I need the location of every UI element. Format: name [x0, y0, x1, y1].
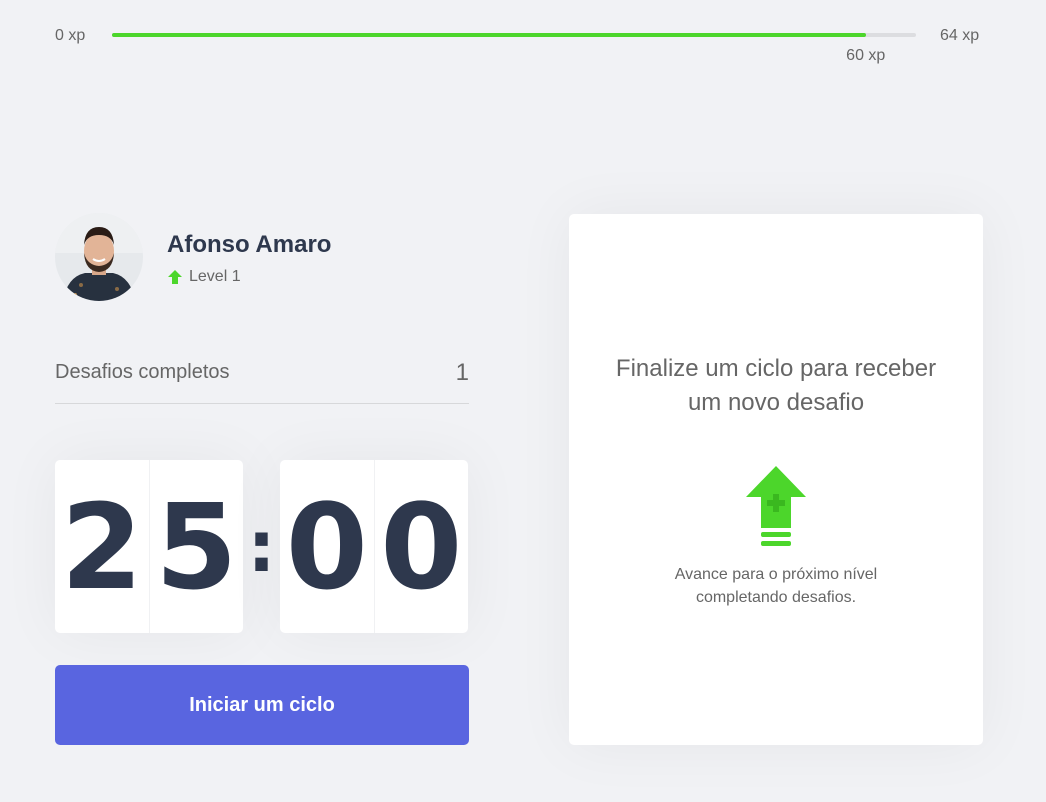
profile-level: Level 1: [167, 267, 241, 287]
xp-progress-fill: [112, 33, 866, 37]
countdown-seconds: 0 0: [280, 460, 468, 633]
challenge-box: Finalize um ciclo para receber um novo d…: [569, 214, 983, 745]
xp-current-label: 60 xp: [846, 47, 886, 64]
completed-challenges-count: 1: [455, 359, 469, 386]
level-up-icon: [746, 466, 806, 546]
countdown-digit: 5: [155, 477, 238, 616]
countdown: 2 5 : 0 0: [55, 460, 469, 633]
countdown-digit: 0: [280, 460, 375, 633]
countdown-separator: :: [247, 505, 276, 588]
countdown-minutes: 2 5: [55, 460, 243, 633]
start-cycle-button[interactable]: Iniciar um ciclo: [55, 665, 469, 745]
xp-max-label: 64 xp: [940, 27, 980, 44]
xp-track: [112, 33, 916, 37]
profile-name: Afonso Amaro: [167, 231, 332, 258]
challenge-box-title: Finalize um ciclo para receber um novo d…: [615, 355, 937, 416]
countdown-digit: 0: [380, 477, 463, 616]
avatar: [55, 213, 143, 301]
countdown-digit: 2: [55, 460, 150, 633]
experience-bar: 0 xp 60 xp 64 xp: [0, 0, 1046, 80]
profile: Afonso Amaro Level 1: [55, 213, 469, 303]
level-label: Level 1: [189, 268, 241, 285]
completed-challenges-label: Desafios completos: [55, 361, 230, 383]
level-up-arrow-icon: [168, 270, 182, 284]
xp-min-label: 0 xp: [55, 27, 86, 44]
completed-challenges: Desafios completos 1: [55, 353, 469, 404]
challenge-box-description: Avance para o próximo nível completando …: [674, 566, 878, 606]
